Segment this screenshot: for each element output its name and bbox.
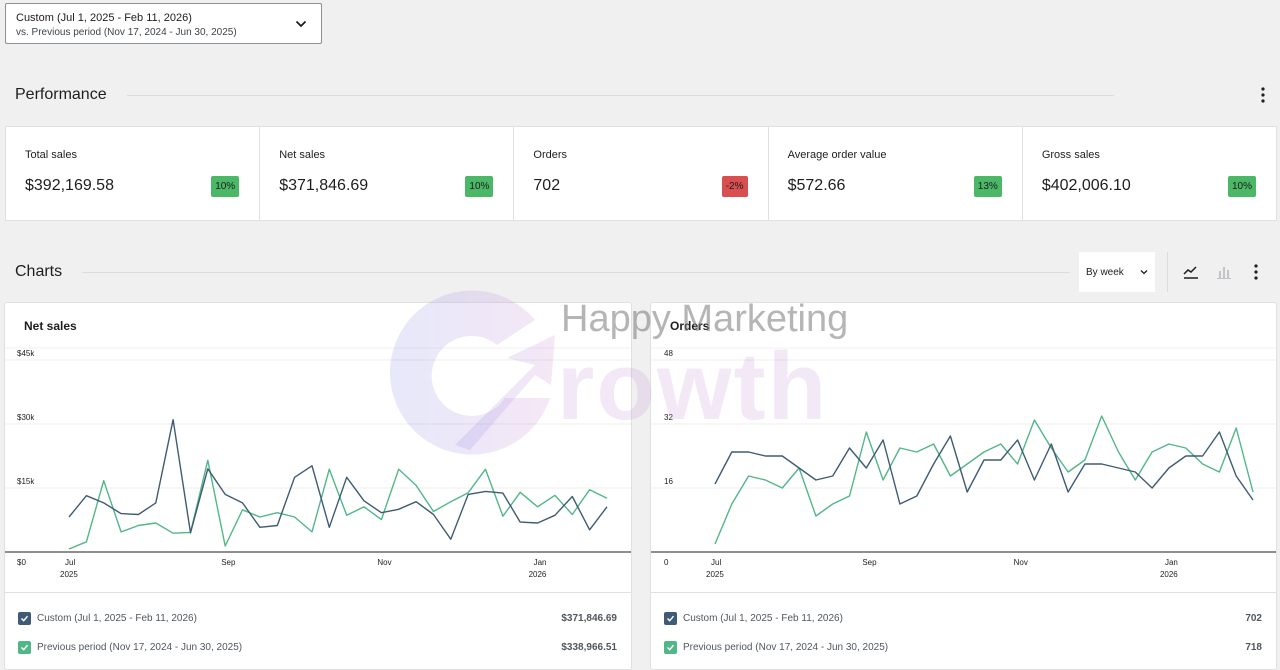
perf-value: $572.66 xyxy=(787,177,846,194)
date-range-primary: Custom (Jul 1, 2025 - Feb 11, 2026) xyxy=(16,12,192,24)
perf-card-total-sales[interactable]: Total sales $392,169.58 10% xyxy=(6,127,261,220)
perf-label: Total sales xyxy=(25,149,77,161)
perf-delta-badge: -2% xyxy=(721,176,748,197)
chart-legend: Custom (Jul 1, 2025 - Feb 11, 2026) $371… xyxy=(5,592,631,654)
perf-delta-badge: 10% xyxy=(211,176,240,197)
orders-chart[interactable]: 0 16 32 48 Jul 2025 Sep Nov Jan 2026 xyxy=(651,343,1276,589)
series-line-current xyxy=(714,431,1254,505)
net-sales-chart[interactable]: $0 $15k $30k $45k Jul 2025 Sep Nov Jan 2026 xyxy=(5,343,631,589)
x-tick-label: Jul xyxy=(65,558,75,567)
charts-divider xyxy=(82,271,1070,273)
y-tick-label: $45k xyxy=(17,349,35,358)
series-line-previous xyxy=(714,415,1254,545)
performance-cards: Total sales $392,169.58 10% Net sales $3… xyxy=(5,126,1277,221)
bar-chart-icon xyxy=(1217,267,1231,279)
chart-legend: Custom (Jul 1, 2025 - Feb 11, 2026) 702 … xyxy=(651,592,1276,654)
performance-title: Performance xyxy=(15,86,107,103)
perf-card-average-order-value[interactable]: Average order value $572.66 13% xyxy=(769,127,1023,220)
perf-delta-badge: 10% xyxy=(1228,176,1257,197)
perf-delta-badge: 10% xyxy=(465,176,494,197)
legend-total: $338,966.51 xyxy=(561,641,617,653)
y-tick-label: $0 xyxy=(17,558,26,567)
interval-select-value: By week xyxy=(1086,266,1124,278)
legend-total: 702 xyxy=(1245,612,1262,624)
x-tick-sublabel: 2025 xyxy=(706,570,724,579)
perf-value: $371,846.69 xyxy=(279,177,369,194)
perf-value: $402,006.10 xyxy=(1041,177,1131,194)
legend-label: Custom (Jul 1, 2025 - Feb 11, 2026) xyxy=(683,612,843,624)
checkbox-checked-icon xyxy=(664,640,677,654)
more-vertical-icon xyxy=(1254,264,1258,280)
chevron-down-icon xyxy=(1140,270,1148,275)
performance-header: Performance xyxy=(15,85,1272,105)
x-tick-label: Jul xyxy=(711,558,721,567)
legend-label: Custom (Jul 1, 2025 - Feb 11, 2026) xyxy=(37,612,197,624)
legend-item-previous[interactable]: Previous period (Nov 17, 2024 - Jun 30, … xyxy=(664,637,1262,657)
interval-select[interactable]: By week xyxy=(1079,252,1155,292)
x-tick-sublabel: 2025 xyxy=(60,570,78,579)
perf-card-net-sales[interactable]: Net sales $371,846.69 10% xyxy=(260,127,515,220)
legend-total: $371,846.69 xyxy=(561,612,617,624)
chart-controls-divider xyxy=(1167,252,1168,292)
y-tick-label: 16 xyxy=(664,477,673,486)
checkbox-checked-icon xyxy=(18,640,31,654)
perf-label: Net sales xyxy=(279,149,326,161)
y-tick-label: 32 xyxy=(664,413,673,422)
perf-label: Average order value xyxy=(787,149,887,161)
perf-label: Gross sales xyxy=(1041,149,1100,161)
chart-title: Orders xyxy=(670,319,710,333)
perf-value: 702 xyxy=(533,177,561,194)
x-tick-sublabel: 2026 xyxy=(1160,570,1178,579)
legend-item-current[interactable]: Custom (Jul 1, 2025 - Feb 11, 2026) $371… xyxy=(18,608,617,628)
series-line-previous xyxy=(68,459,608,550)
perf-value: $392,169.58 xyxy=(25,177,114,194)
chevron-down-icon xyxy=(295,20,307,28)
y-tick-label: $30k xyxy=(17,413,35,422)
chart-title: Net sales xyxy=(24,319,77,333)
perf-card-orders[interactable]: Orders 702 -2% xyxy=(514,127,769,220)
perf-card-gross-sales[interactable]: Gross sales $402,006.10 10% xyxy=(1023,127,1276,220)
legend-item-current[interactable]: Custom (Jul 1, 2025 - Feb 11, 2026) 702 xyxy=(664,608,1262,628)
charts-more-menu[interactable] xyxy=(1246,262,1266,282)
perf-label: Orders xyxy=(533,149,568,161)
x-tick-label: Nov xyxy=(377,558,391,567)
y-tick-label: 0 xyxy=(664,558,669,567)
performance-more-menu[interactable] xyxy=(1254,86,1272,104)
y-tick-label: $15k xyxy=(17,477,35,486)
date-range-comparison: vs. Previous period (Nov 17, 2024 - Jun … xyxy=(16,27,237,38)
charts-header: Charts xyxy=(15,262,1070,282)
x-tick-sublabel: 2026 xyxy=(529,570,547,579)
y-tick-label: 48 xyxy=(664,349,673,358)
more-vertical-icon xyxy=(1261,87,1265,103)
date-range-picker[interactable]: Custom (Jul 1, 2025 - Feb 11, 2026) vs. … xyxy=(5,3,322,44)
charts-title: Charts xyxy=(15,263,63,280)
checkbox-checked-icon xyxy=(664,611,677,625)
legend-label: Previous period (Nov 17, 2024 - Jun 30, … xyxy=(37,641,243,653)
x-tick-label: Jan xyxy=(534,558,547,567)
legend-item-previous[interactable]: Previous period (Nov 17, 2024 - Jun 30, … xyxy=(18,637,617,657)
perf-delta-badge: 13% xyxy=(973,176,1002,197)
chart-card-orders: Orders 0 16 32 48 Jul 2025 Sep Nov Jan 2026 Custo… xyxy=(650,302,1277,670)
chart-card-net-sales: Net sales $0 $15k $30k $45k Jul 2025 Sep Nov Jan… xyxy=(4,302,632,670)
x-tick-label: Sep xyxy=(862,558,877,567)
x-tick-label: Nov xyxy=(1014,558,1028,567)
legend-total: 718 xyxy=(1245,641,1262,653)
x-tick-label: Jan xyxy=(1165,558,1178,567)
line-chart-button[interactable] xyxy=(1181,262,1201,282)
checkbox-checked-icon xyxy=(18,611,31,625)
line-chart-icon xyxy=(1183,266,1198,279)
performance-divider xyxy=(126,94,1114,96)
legend-label: Previous period (Nov 17, 2024 - Jun 30, … xyxy=(683,641,889,653)
bar-chart-button[interactable] xyxy=(1214,262,1234,282)
series-line-current xyxy=(68,418,608,540)
x-tick-label: Sep xyxy=(221,558,236,567)
